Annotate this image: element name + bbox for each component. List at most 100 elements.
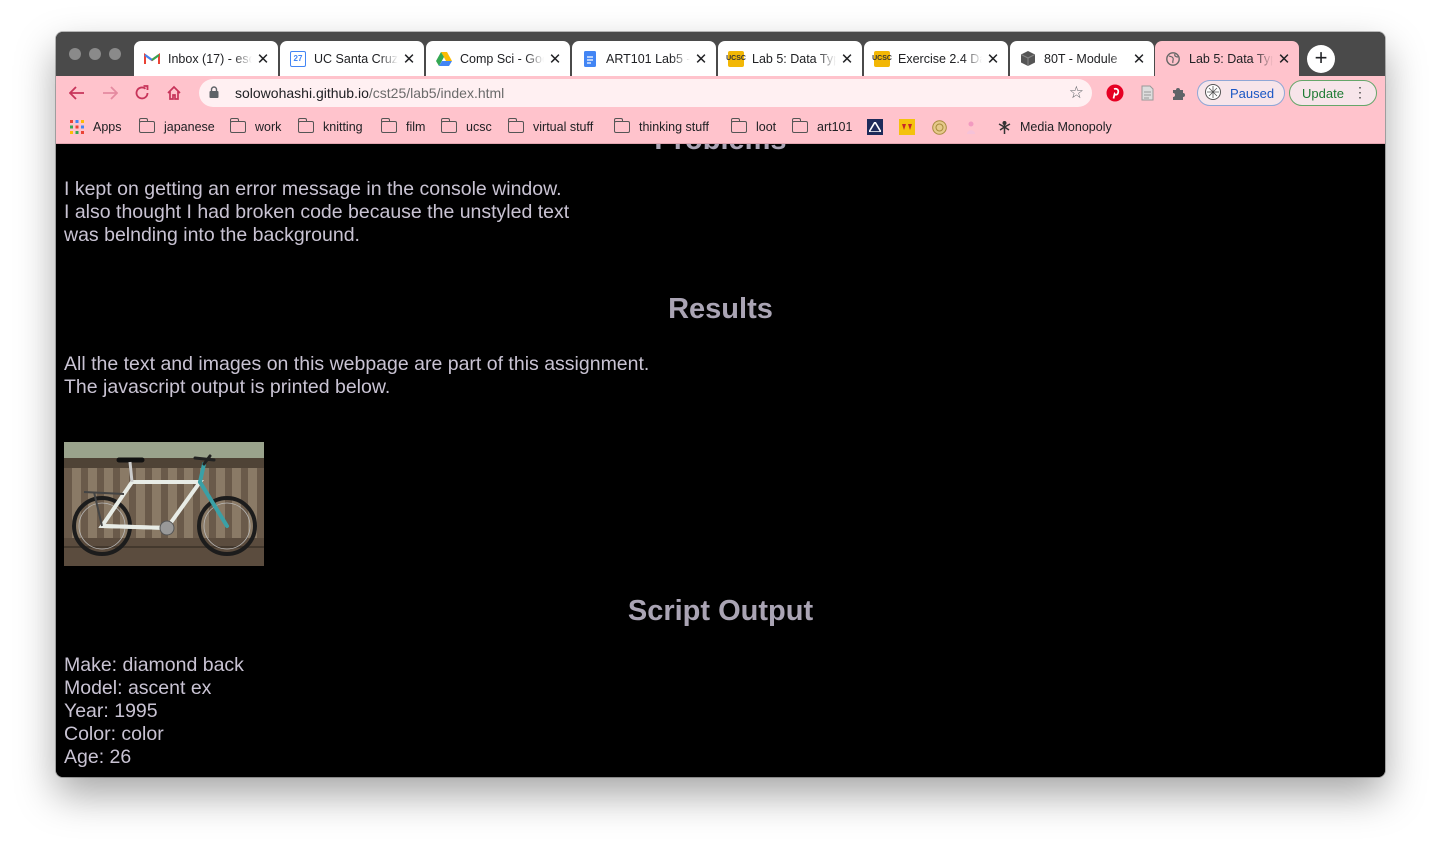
tab-title: Exercise 2.4 Data <box>898 51 982 66</box>
results-line: All the text and images on this webpage … <box>64 353 650 375</box>
address-bar[interactable]: solowohashi.github.io/cst25/lab5/index.h… <box>199 79 1092 107</box>
output-line: Year: 1995 <box>64 700 158 722</box>
url-path: /cst25/lab5/index.html <box>368 85 505 101</box>
cube-icon <box>1020 51 1036 67</box>
tab-uc-santa-cruz[interactable]: 27 UC Santa Cruz ✕ <box>280 41 424 76</box>
tab-title: Comp Sci - Google Drive <box>460 51 544 66</box>
results-heading: Results <box>668 293 773 325</box>
problems-line: was belnding into the background. <box>64 224 360 246</box>
close-tab-icon[interactable]: ✕ <box>986 50 1000 68</box>
tab-title: Lab 5: Data Types <box>752 51 836 66</box>
folder-icon <box>614 118 630 133</box>
problems-heading: Problems <box>56 144 1385 157</box>
bookmark-label: thinking stuff <box>639 120 709 134</box>
seal-icon <box>931 119 947 135</box>
extensions-puzzle-icon[interactable] <box>1169 83 1189 103</box>
close-window-button[interactable] <box>69 48 81 60</box>
folder-icon <box>731 118 747 133</box>
url-text: solowohashi.github.io/cst25/lab5/index.h… <box>235 85 504 101</box>
globe-icon <box>1165 51 1181 67</box>
bookmark-folder-loot[interactable]: loot <box>731 118 776 136</box>
tab-title: UC Santa Cruz <box>314 51 398 66</box>
folder-icon <box>792 118 808 133</box>
google-docs-icon <box>582 50 598 67</box>
bookmark-folder-art101[interactable]: art101 <box>792 118 852 136</box>
close-tab-icon[interactable]: ✕ <box>256 50 270 68</box>
output-line: Model: ascent ex <box>64 677 212 699</box>
browser-window: Inbox (17) - esolow ✕ 27 UC Santa Cruz ✕… <box>56 32 1385 777</box>
tab-inbox[interactable]: Inbox (17) - esolow ✕ <box>134 41 278 76</box>
bookmark-folder-thinking-stuff[interactable]: thinking stuff <box>614 118 709 136</box>
update-label: Update <box>1302 85 1344 101</box>
ucsc-icon: UCSC <box>872 50 892 67</box>
bookmark-label: work <box>255 120 282 134</box>
bookmark-folder-knitting[interactable]: knitting <box>298 118 363 136</box>
close-tab-icon[interactable]: ✕ <box>1132 50 1146 68</box>
bookmark-triangle-site[interactable] <box>867 118 891 136</box>
bookmark-folder-film[interactable]: film <box>381 118 425 136</box>
bookmark-label: virtual stuff <box>533 120 594 134</box>
tab-exercise-2-4[interactable]: UCSC Exercise 2.4 Data ✕ <box>864 41 1008 76</box>
folder-icon <box>381 118 397 133</box>
document-extension-icon[interactable] <box>1137 83 1157 103</box>
tab-title: Lab 5: Data Types <box>1189 51 1273 66</box>
bookmark-seal-site[interactable] <box>931 118 955 136</box>
gmail-icon <box>144 51 160 67</box>
reload-icon[interactable] <box>130 81 154 105</box>
lock-icon[interactable] <box>209 85 225 101</box>
bookmark-label: loot <box>756 120 777 134</box>
bicycle-photo <box>64 442 264 566</box>
tab-strip: Inbox (17) - esolow ✕ 27 UC Santa Cruz ✕… <box>56 32 1385 76</box>
bookmark-label: Media Monopoly <box>1020 120 1112 134</box>
tab-lab5-active[interactable]: Lab 5: Data Types ✕ <box>1155 41 1299 76</box>
output-line: Make: diamond back <box>64 654 244 676</box>
bookmark-pink-site[interactable] <box>963 118 987 136</box>
problems-line: I kept on getting an error message in th… <box>64 178 562 200</box>
results-line: The javascript output is printed below. <box>64 376 391 398</box>
minimize-window-button[interactable] <box>89 48 101 60</box>
tab-art101-lab5[interactable]: ART101 Lab5 - ✕ <box>572 41 716 76</box>
bookmark-label: film <box>406 120 426 134</box>
home-icon[interactable] <box>162 81 186 105</box>
close-tab-icon[interactable]: ✕ <box>694 50 708 68</box>
bookmark-folder-ucsc[interactable]: ucsc <box>441 118 492 136</box>
problems-line: I also thought I had broken code because… <box>64 201 570 223</box>
bookmark-star-icon[interactable]: ☆ <box>1069 83 1084 103</box>
bookmark-label: ucsc <box>466 120 492 134</box>
bookmark-apps[interactable]: Apps <box>69 118 122 136</box>
bookmark-folder-virtual-stuff[interactable]: virtual stuff <box>508 118 593 136</box>
pink-figure-icon <box>963 119 979 135</box>
tab-comp-sci[interactable]: Comp Sci - Google Drive ✕ <box>426 41 570 76</box>
close-tab-icon[interactable]: ✕ <box>1277 50 1291 68</box>
zoom-window-button[interactable] <box>109 48 121 60</box>
close-tab-icon[interactable]: ✕ <box>402 50 416 68</box>
folder-icon <box>298 118 314 133</box>
folder-icon <box>508 118 524 133</box>
tab-80t-module[interactable]: 80T - Module ✕ <box>1010 41 1154 76</box>
new-tab-button[interactable]: + <box>1307 45 1335 73</box>
bookmark-media-monopoly[interactable]: Media Monopoly <box>996 118 1112 136</box>
calendar-icon: 27 <box>290 50 306 67</box>
google-drive-icon <box>436 51 452 67</box>
browser-toolbar: solowohashi.github.io/cst25/lab5/index.h… <box>56 76 1385 110</box>
problems-paragraph: I kept on getting an error message in th… <box>64 178 569 247</box>
forward-arrow-icon[interactable] <box>98 81 122 105</box>
bookmarks-bar: Apps japanese work knitting film ucsc vi… <box>56 110 1385 144</box>
back-arrow-icon[interactable] <box>65 81 89 105</box>
page-viewport[interactable]: Problems I kept on getting an error mess… <box>56 144 1385 777</box>
tab-title: ART101 Lab5 - <box>606 51 690 66</box>
bookmark-folder-work[interactable]: work <box>230 118 281 136</box>
tab-lab5-data-types[interactable]: UCSC Lab 5: Data Types ✕ <box>718 41 862 76</box>
close-tab-icon[interactable]: ✕ <box>840 50 854 68</box>
bookmark-label: Apps <box>93 120 122 134</box>
menu-dots-icon[interactable]: ⋮ <box>1353 84 1367 101</box>
tab-title: 80T - Module <box>1044 51 1118 66</box>
close-tab-icon[interactable]: ✕ <box>548 50 562 68</box>
bookmark-yellow-site[interactable] <box>899 118 923 136</box>
url-domain: solowohashi.github.io <box>235 85 369 101</box>
profile-paused-button[interactable]: Paused <box>1197 80 1285 106</box>
pinterest-icon[interactable] <box>1105 83 1125 103</box>
folder-icon <box>230 118 246 133</box>
update-button[interactable]: Update ⋮ <box>1289 80 1377 106</box>
bookmark-folder-japanese[interactable]: japanese <box>139 118 215 136</box>
